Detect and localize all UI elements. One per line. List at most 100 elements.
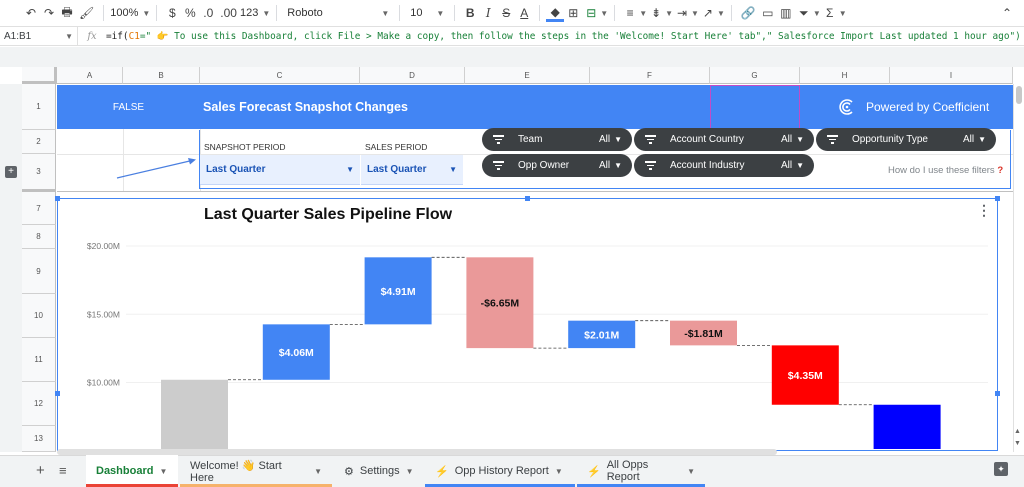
filters-help-link[interactable]: How do I use these filters ? bbox=[888, 165, 1003, 176]
tab-all-opps-report[interactable]: ⚡ All Opps Report ▼ bbox=[577, 455, 705, 487]
waterfall-chart[interactable]: Last Quarter Sales Pipeline Flow ⋮ $10.00M… bbox=[57, 198, 998, 451]
column-header-d[interactable]: D bbox=[360, 67, 465, 84]
column-header-h[interactable]: H bbox=[800, 67, 890, 84]
chevron-down-icon: ▼ bbox=[449, 165, 457, 174]
chevron-down-icon[interactable]: ▼ bbox=[839, 9, 847, 18]
chevron-down-icon[interactable]: ▼ bbox=[639, 9, 647, 18]
chevron-down-icon[interactable]: ▼ bbox=[665, 9, 673, 18]
vertical-scrollbar[interactable] bbox=[1013, 84, 1024, 452]
tab-welcome[interactable]: Welcome! 👋 Start Here ▼ bbox=[180, 455, 332, 487]
collapse-toolbar-icon[interactable]: ⌃ bbox=[998, 3, 1016, 23]
strikethrough-button[interactable]: S bbox=[497, 3, 515, 23]
chart-resize-handle[interactable] bbox=[525, 196, 530, 201]
chart-menu-icon[interactable]: ⋮ bbox=[977, 202, 991, 218]
filter-pill-opportunity-type[interactable]: Opportunity Type All ▼ bbox=[816, 128, 996, 151]
column-header-e[interactable]: E bbox=[465, 67, 590, 84]
formula-input[interactable]: =if(C1=" 👉 To use this Dashboard, click … bbox=[106, 31, 1021, 42]
tab-settings[interactable]: ⚙ Settings ▼ bbox=[334, 455, 422, 487]
text-rotate-icon[interactable]: ↗ bbox=[699, 3, 717, 23]
print-icon[interactable]: 🖶 bbox=[58, 3, 76, 23]
undo-icon[interactable]: ↶ bbox=[22, 3, 40, 23]
filter-pill-account-country[interactable]: Account Country All ▼ bbox=[634, 128, 814, 151]
chevron-down-icon[interactable]: ▼ bbox=[717, 9, 725, 18]
font-size-dropdown[interactable]: 10 ▼ bbox=[406, 7, 448, 19]
chevron-down-icon: ▼ bbox=[405, 466, 414, 476]
snapshot-period-select[interactable]: Last Quarter ▼ bbox=[200, 155, 360, 185]
increase-decimal-button[interactable]: .00 bbox=[217, 3, 240, 23]
vertical-scroll-thumb[interactable] bbox=[1016, 86, 1022, 104]
text-wrap-icon[interactable]: ⇥ bbox=[673, 3, 691, 23]
row-header-7[interactable]: 7 bbox=[22, 192, 56, 225]
column-header-f[interactable]: F bbox=[590, 67, 710, 84]
merge-cells-icon[interactable]: ⊟ bbox=[582, 3, 600, 23]
bold-button[interactable]: B bbox=[461, 3, 479, 23]
align-horizontal-icon[interactable]: ≡ bbox=[621, 3, 639, 23]
row-header-2[interactable]: 2 bbox=[22, 130, 56, 154]
chart-resize-handle[interactable] bbox=[995, 391, 1000, 396]
comment-icon[interactable]: ▭ bbox=[759, 3, 777, 23]
zoom-dropdown[interactable]: 100% ▼ bbox=[110, 7, 150, 19]
borders-icon[interactable]: ⊞ bbox=[564, 3, 582, 23]
select-all-corner[interactable] bbox=[22, 67, 57, 84]
fill-color-icon[interactable]: ◆ bbox=[546, 4, 565, 22]
name-box[interactable]: A1:B1 ▼ bbox=[0, 27, 78, 45]
decrease-decimal-button[interactable]: .0 bbox=[199, 3, 217, 23]
more-formats-dropdown[interactable]: 123 ▼ bbox=[240, 7, 270, 19]
chart-resize-handle[interactable] bbox=[55, 196, 60, 201]
italic-button[interactable]: I bbox=[479, 3, 497, 23]
filter-pill-team[interactable]: Team All ▼ bbox=[482, 128, 632, 151]
powered-by-coefficient[interactable]: Powered by Coefficient bbox=[838, 85, 989, 129]
column-header-i[interactable]: I bbox=[890, 67, 1013, 84]
sales-period-select[interactable]: Last Quarter ▼ bbox=[361, 155, 463, 185]
column-header-a[interactable]: A bbox=[57, 67, 123, 84]
bar-data-label: $4.35M bbox=[788, 370, 823, 382]
chart-resize-handle[interactable] bbox=[55, 391, 60, 396]
filter-icon[interactable]: ⏷ bbox=[795, 3, 813, 23]
link-icon[interactable]: 🔗 bbox=[738, 3, 759, 23]
row-header-12[interactable]: 12 bbox=[22, 382, 56, 426]
chevron-down-icon[interactable]: ▼ bbox=[813, 9, 821, 18]
chevron-down-icon[interactable]: ▼ bbox=[600, 9, 608, 18]
cell-reference: A1:B1 bbox=[4, 30, 32, 42]
all-sheets-button[interactable]: ≡ bbox=[59, 463, 67, 478]
sales-period-label: SALES PERIOD bbox=[365, 142, 428, 152]
row-header-11[interactable]: 11 bbox=[22, 338, 56, 382]
toolbar: ↶ ↷ 🖶 🖌 100% ▼ $ % .0 .00 123 ▼ Roboto ▼ 10… bbox=[0, 0, 1024, 26]
insert-chart-icon[interactable]: ▥ bbox=[777, 3, 795, 23]
add-sheet-button[interactable]: + bbox=[36, 462, 45, 479]
tab-dashboard[interactable]: Dashboard ▼ bbox=[86, 455, 178, 487]
chevron-down-icon: ▼ bbox=[262, 8, 271, 18]
row-header-3[interactable]: 3 bbox=[22, 154, 56, 192]
scroll-up-icon[interactable]: ▲ bbox=[1014, 428, 1021, 435]
font-dropdown[interactable]: Roboto ▼ bbox=[283, 7, 393, 19]
text-color-button[interactable]: A bbox=[515, 3, 533, 23]
divider bbox=[156, 5, 158, 21]
currency-button[interactable]: $ bbox=[163, 3, 181, 23]
scroll-down-icon[interactable]: ▼ bbox=[1014, 440, 1021, 447]
cell-a1-value[interactable]: FALSE bbox=[57, 85, 200, 129]
row-header-9[interactable]: 9 bbox=[22, 249, 56, 294]
expand-rows-icon[interactable]: + bbox=[5, 166, 17, 178]
chevron-down-icon: ▼ bbox=[796, 135, 804, 144]
chevron-down-icon[interactable]: ▼ bbox=[691, 9, 699, 18]
row-header-8[interactable]: 8 bbox=[22, 225, 56, 249]
functions-icon[interactable]: Σ bbox=[821, 3, 839, 23]
row-header-1[interactable]: 1 bbox=[22, 84, 56, 130]
redo-icon[interactable]: ↷ bbox=[40, 3, 58, 23]
divider bbox=[730, 5, 732, 21]
filter-pill-opp-owner[interactable]: Opp Owner All ▼ bbox=[482, 154, 632, 177]
row-header-13[interactable]: 13 bbox=[22, 426, 56, 452]
percent-button[interactable]: % bbox=[181, 3, 199, 23]
lightning-icon: ⚡ bbox=[435, 465, 449, 478]
explore-icon[interactable]: ✦ bbox=[994, 462, 1008, 476]
filter-pill-account-industry[interactable]: Account Industry All ▼ bbox=[634, 154, 814, 177]
align-vertical-icon[interactable]: ⇟ bbox=[647, 3, 665, 23]
filter-pill-name: Opp Owner bbox=[518, 160, 570, 171]
row-header-10[interactable]: 10 bbox=[22, 294, 56, 338]
column-header-c[interactable]: C bbox=[200, 67, 360, 84]
tab-opp-history-report[interactable]: ⚡ Opp History Report ▼ bbox=[425, 455, 575, 487]
column-header-g[interactable]: G bbox=[710, 67, 800, 84]
column-header-b[interactable]: B bbox=[123, 67, 200, 84]
paint-format-icon[interactable]: 🖌 bbox=[76, 3, 97, 23]
chart-resize-handle[interactable] bbox=[995, 196, 1000, 201]
